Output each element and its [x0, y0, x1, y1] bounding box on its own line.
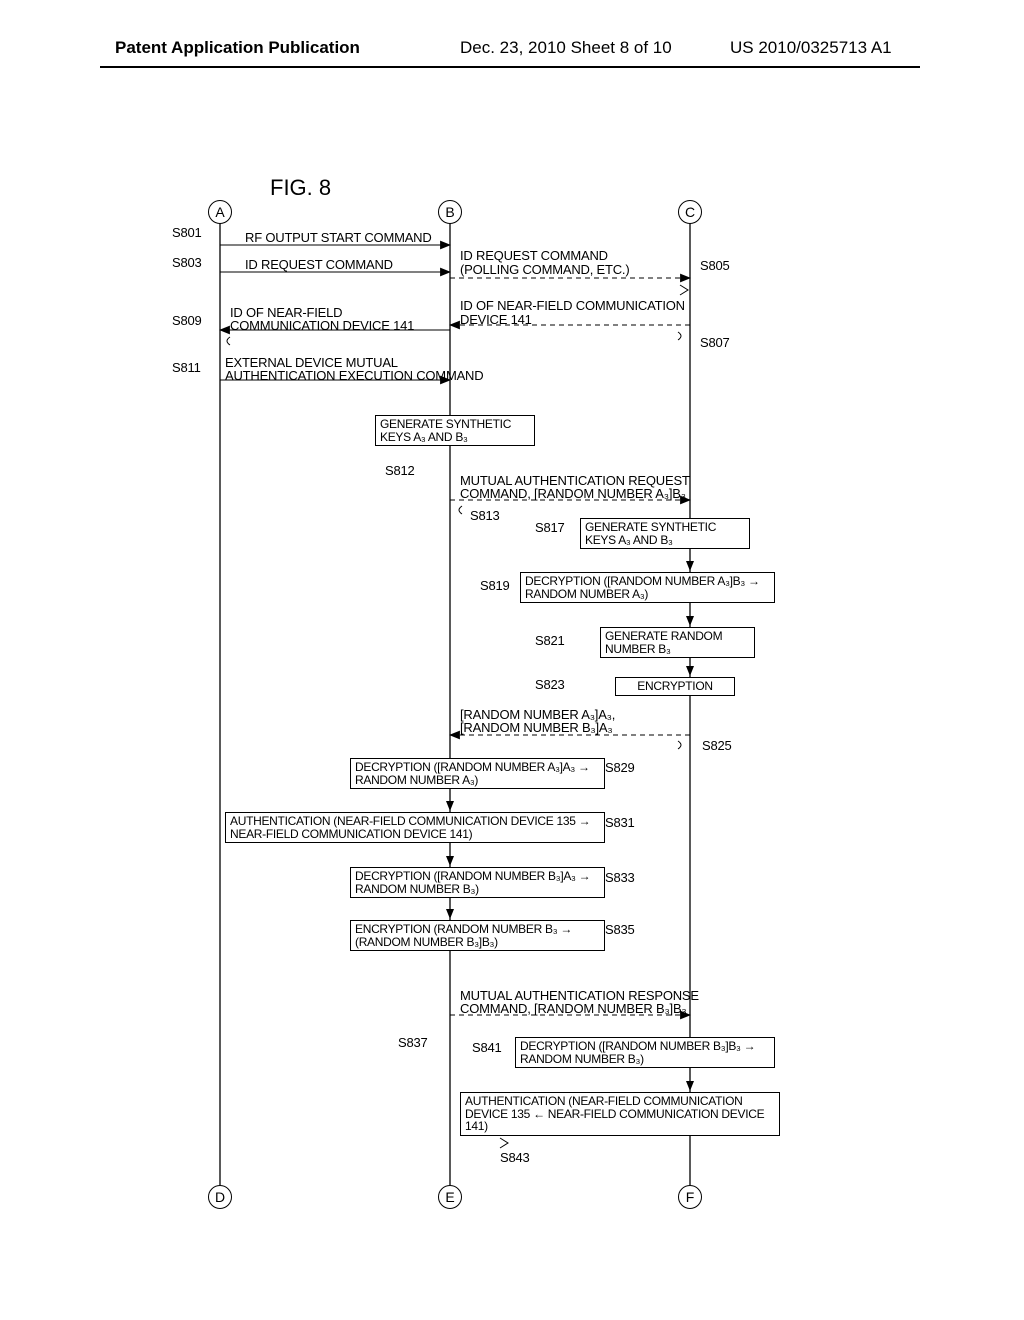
step-s805: S805 [700, 258, 730, 273]
box-enc-b: ENCRYPTION (RANDOM NUMBER B₃ →(RANDOM NU… [350, 920, 605, 951]
step-s809: S809 [172, 313, 202, 328]
step-s819: S819 [480, 578, 510, 593]
step-s841: S841 [472, 1040, 502, 1055]
step-s812: S812 [385, 463, 415, 478]
step-s821: S821 [535, 633, 565, 648]
msg-randpair-l2: [RANDOM NUMBER B₃]A₃ [460, 720, 613, 735]
sequence-diagram: FIG. 8 [170, 180, 870, 1230]
step-s825: S825 [702, 738, 732, 753]
box-dec-b-a: DECRYPTION ([RANDOM NUMBER A₃]A₃ →RANDOM… [350, 758, 605, 789]
lane-marker-b-top: B [438, 200, 462, 224]
box-dec-b-b: DECRYPTION ([RANDOM NUMBER B₃]A₃ →RANDOM… [350, 867, 605, 898]
lane-marker-d-bottom: D [208, 1185, 232, 1209]
step-s811: S811 [172, 360, 201, 375]
step-s803: S803 [172, 255, 202, 270]
box-gen-keys-c: GENERATE SYNTHETICKEYS A₃ AND B₃ [580, 518, 750, 549]
step-s835: S835 [605, 922, 635, 937]
msg-id-req-ab: ID REQUEST COMMAND [245, 257, 393, 272]
msg-id141-ba-l2: COMMUNICATION DEVICE 141 [230, 318, 414, 333]
step-s817: S817 [535, 520, 565, 535]
msg-mutresp-l2: COMMAND, [RANDOM NUMBER B₃]B₃ [460, 1001, 687, 1016]
lane-marker-a-top: A [208, 200, 232, 224]
msg-ext-auth-l2: AUTHENTICATION EXECUTION COMMAND [225, 368, 483, 383]
msg-rf-output: RF OUTPUT START COMMAND [245, 230, 432, 245]
step-s823: S823 [535, 677, 565, 692]
box-enc-c: ENCRYPTION [615, 677, 735, 696]
msg-id141-cb-l2: DEVICE 141 [460, 312, 532, 327]
box-gen-keys-b: GENERATE SYNTHETICKEYS A₃ AND B₃ [375, 415, 535, 446]
header-right: US 2010/0325713 A1 [730, 38, 892, 58]
step-s813: S813 [470, 508, 500, 523]
step-s833: S833 [605, 870, 635, 885]
box-auth-c-rev: AUTHENTICATION (NEAR-FIELD COMMUNICATION… [460, 1092, 780, 1136]
page-header: Patent Application Publication Dec. 23, … [0, 38, 1024, 78]
page: Patent Application Publication Dec. 23, … [0, 0, 1024, 1320]
diagram-svg [170, 180, 870, 1230]
step-s831: S831 [605, 815, 635, 830]
step-s829: S829 [605, 760, 635, 775]
step-s801: S801 [172, 225, 202, 240]
header-center: Dec. 23, 2010 Sheet 8 of 10 [460, 38, 672, 58]
msg-id141-cb-l1: ID OF NEAR-FIELD COMMUNICATION [460, 298, 685, 313]
step-s843: S843 [500, 1150, 530, 1165]
box-auth-b-fwd: AUTHENTICATION (NEAR-FIELD COMMUNICATION… [225, 812, 605, 843]
lane-marker-c-top: C [678, 200, 702, 224]
box-dec-c-a: DECRYPTION ([RANDOM NUMBER A₃]B₃ →RANDOM… [520, 572, 775, 603]
box-gen-rand-b3: GENERATE RANDOMNUMBER B₃ [600, 627, 755, 658]
msg-mutreq-l2: COMMAND, [RANDOM NUMBER A₃]B₃ [460, 486, 686, 501]
lane-marker-e-bottom: E [438, 1185, 462, 1209]
step-s837: S837 [398, 1035, 428, 1050]
msg-id-req-bc-l1: ID REQUEST COMMAND [460, 248, 608, 263]
step-s807: S807 [700, 335, 730, 350]
lane-marker-f-bottom: F [678, 1185, 702, 1209]
msg-id-req-bc-l2: (POLLING COMMAND, ETC.) [460, 262, 629, 277]
header-left: Patent Application Publication [115, 38, 360, 58]
header-rule [100, 66, 920, 68]
box-dec-c-b: DECRYPTION ([RANDOM NUMBER B₃]B₃ →RANDOM… [515, 1037, 775, 1068]
